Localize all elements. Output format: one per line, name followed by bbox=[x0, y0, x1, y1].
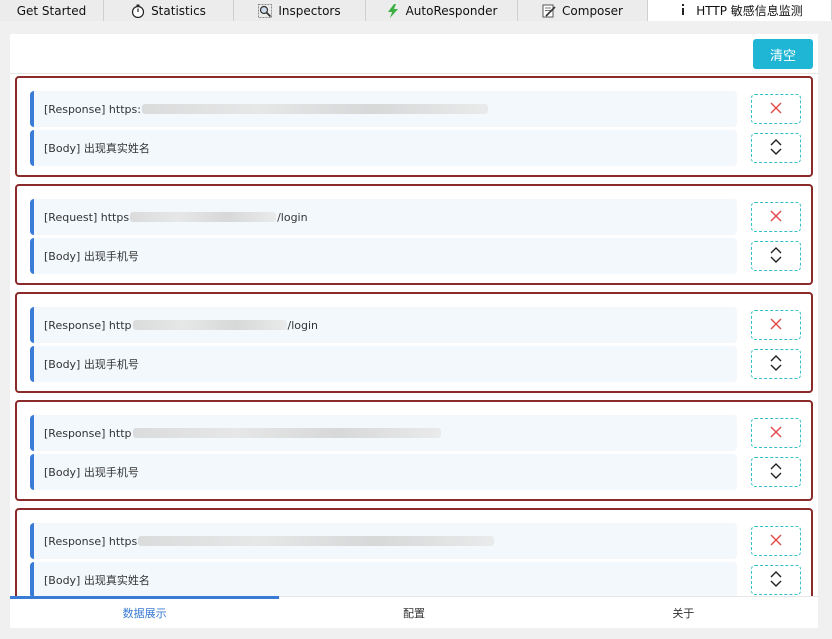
redacted-url bbox=[130, 212, 277, 222]
lightning-icon bbox=[386, 3, 400, 18]
entry-url-prefix: [Response] https bbox=[44, 534, 138, 548]
entry-url-row: [Response] http bbox=[30, 415, 737, 451]
entry-card: [Request] https /login [Body] 出现手机号 bbox=[15, 184, 813, 285]
close-icon bbox=[770, 426, 782, 441]
compose-icon bbox=[542, 4, 556, 18]
tab-label: Inspectors bbox=[278, 3, 341, 18]
entry-url-row: [Response] https bbox=[30, 523, 737, 559]
tab-http-sensitive-monitor[interactable]: HTTP 敏感信息监测 bbox=[648, 0, 832, 21]
clear-button[interactable]: 清空 bbox=[753, 39, 813, 69]
tab-composer[interactable]: Composer bbox=[518, 0, 648, 21]
entry-card: [Response] http /login [Body] 出现手机号 bbox=[15, 292, 813, 393]
tab-get-started[interactable]: Get Started bbox=[0, 0, 104, 21]
entry-url-row: [Response] https: bbox=[30, 91, 737, 127]
bottom-tab-bar: 数据展示 配置 关于 bbox=[10, 596, 818, 628]
top-tab-strip: Get Started Statistics Inspectors AutoRe… bbox=[0, 0, 832, 21]
delete-entry-button[interactable] bbox=[751, 94, 801, 124]
entry-url-suffix: /login bbox=[277, 210, 308, 224]
chevron-up-down-icon bbox=[769, 570, 783, 591]
close-icon bbox=[770, 210, 782, 225]
redacted-url bbox=[132, 320, 287, 330]
expand-entry-button[interactable] bbox=[751, 133, 801, 163]
stopwatch-icon bbox=[131, 4, 145, 18]
info-icon bbox=[676, 3, 690, 17]
entry-detail-row: [Body] 出现手机号 bbox=[30, 454, 737, 490]
delete-entry-button[interactable] bbox=[751, 418, 801, 448]
tab-statistics[interactable]: Statistics bbox=[104, 0, 234, 21]
entry-url-prefix: [Response] http bbox=[44, 426, 132, 440]
toolbar: 清空 bbox=[10, 34, 818, 74]
entry-url-row: [Request] https /login bbox=[30, 199, 737, 235]
monitor-panel: 清空 [Response] https: [Body] 出现真实姓名 [Requ… bbox=[10, 34, 818, 628]
tab-autoresponder[interactable]: AutoResponder bbox=[366, 0, 518, 21]
redacted-url bbox=[132, 428, 441, 438]
expand-entry-button[interactable] bbox=[751, 349, 801, 379]
entry-card: [Response] https [Body] 出现真实姓名 bbox=[15, 508, 813, 596]
entry-card: [Response] http [Body] 出现手机号 bbox=[15, 400, 813, 501]
tab-label: Statistics bbox=[151, 3, 206, 18]
close-icon bbox=[770, 318, 782, 333]
tab-label: Composer bbox=[562, 3, 623, 18]
entry-detail-text: [Body] 出现手机号 bbox=[44, 466, 139, 479]
entry-detail-text: [Body] 出现手机号 bbox=[44, 250, 139, 263]
entry-list[interactable]: [Response] https: [Body] 出现真实姓名 [Request… bbox=[10, 74, 818, 596]
entry-detail-text: [Body] 出现手机号 bbox=[44, 358, 139, 371]
delete-entry-button[interactable] bbox=[751, 202, 801, 232]
chevron-up-down-icon bbox=[769, 354, 783, 375]
tab-inspectors[interactable]: Inspectors bbox=[234, 0, 366, 21]
entry-detail-text: [Body] 出现真实姓名 bbox=[44, 142, 150, 155]
entry-detail-row: [Body] 出现真实姓名 bbox=[30, 130, 737, 166]
entry-url-prefix: [Response] https: bbox=[44, 102, 141, 116]
tab-label: HTTP 敏感信息监测 bbox=[696, 3, 803, 18]
entry-url-suffix: /login bbox=[287, 318, 319, 332]
entry-detail-row: [Body] 出现真实姓名 bbox=[30, 562, 737, 596]
bottom-tab-about[interactable]: 关于 bbox=[549, 597, 818, 628]
redacted-url bbox=[141, 104, 488, 114]
bottom-tab-config[interactable]: 配置 bbox=[279, 597, 548, 628]
entry-detail-text: [Body] 出现真实姓名 bbox=[44, 574, 150, 587]
entry-url-prefix: [Request] https bbox=[44, 210, 130, 224]
close-icon bbox=[770, 102, 782, 117]
tab-label: Get Started bbox=[16, 3, 87, 18]
chevron-up-down-icon bbox=[769, 246, 783, 267]
chevron-up-down-icon bbox=[769, 462, 783, 483]
expand-entry-button[interactable] bbox=[751, 565, 801, 595]
entry-card: [Response] https: [Body] 出现真实姓名 bbox=[15, 76, 813, 177]
close-icon bbox=[770, 534, 782, 549]
entry-url-row: [Response] http /login bbox=[30, 307, 737, 343]
entry-url-prefix: [Response] http bbox=[44, 318, 132, 332]
delete-entry-button[interactable] bbox=[751, 310, 801, 340]
tab-label: AutoResponder bbox=[405, 3, 498, 18]
bottom-tab-data-display[interactable]: 数据展示 bbox=[10, 596, 280, 628]
delete-entry-button[interactable] bbox=[751, 526, 801, 556]
expand-entry-button[interactable] bbox=[751, 241, 801, 271]
entry-detail-row: [Body] 出现手机号 bbox=[30, 346, 737, 382]
magnifier-icon bbox=[258, 3, 273, 18]
redacted-url bbox=[138, 536, 495, 546]
expand-entry-button[interactable] bbox=[751, 457, 801, 487]
chevron-up-down-icon bbox=[769, 138, 783, 159]
entry-detail-row: [Body] 出现手机号 bbox=[30, 238, 737, 274]
